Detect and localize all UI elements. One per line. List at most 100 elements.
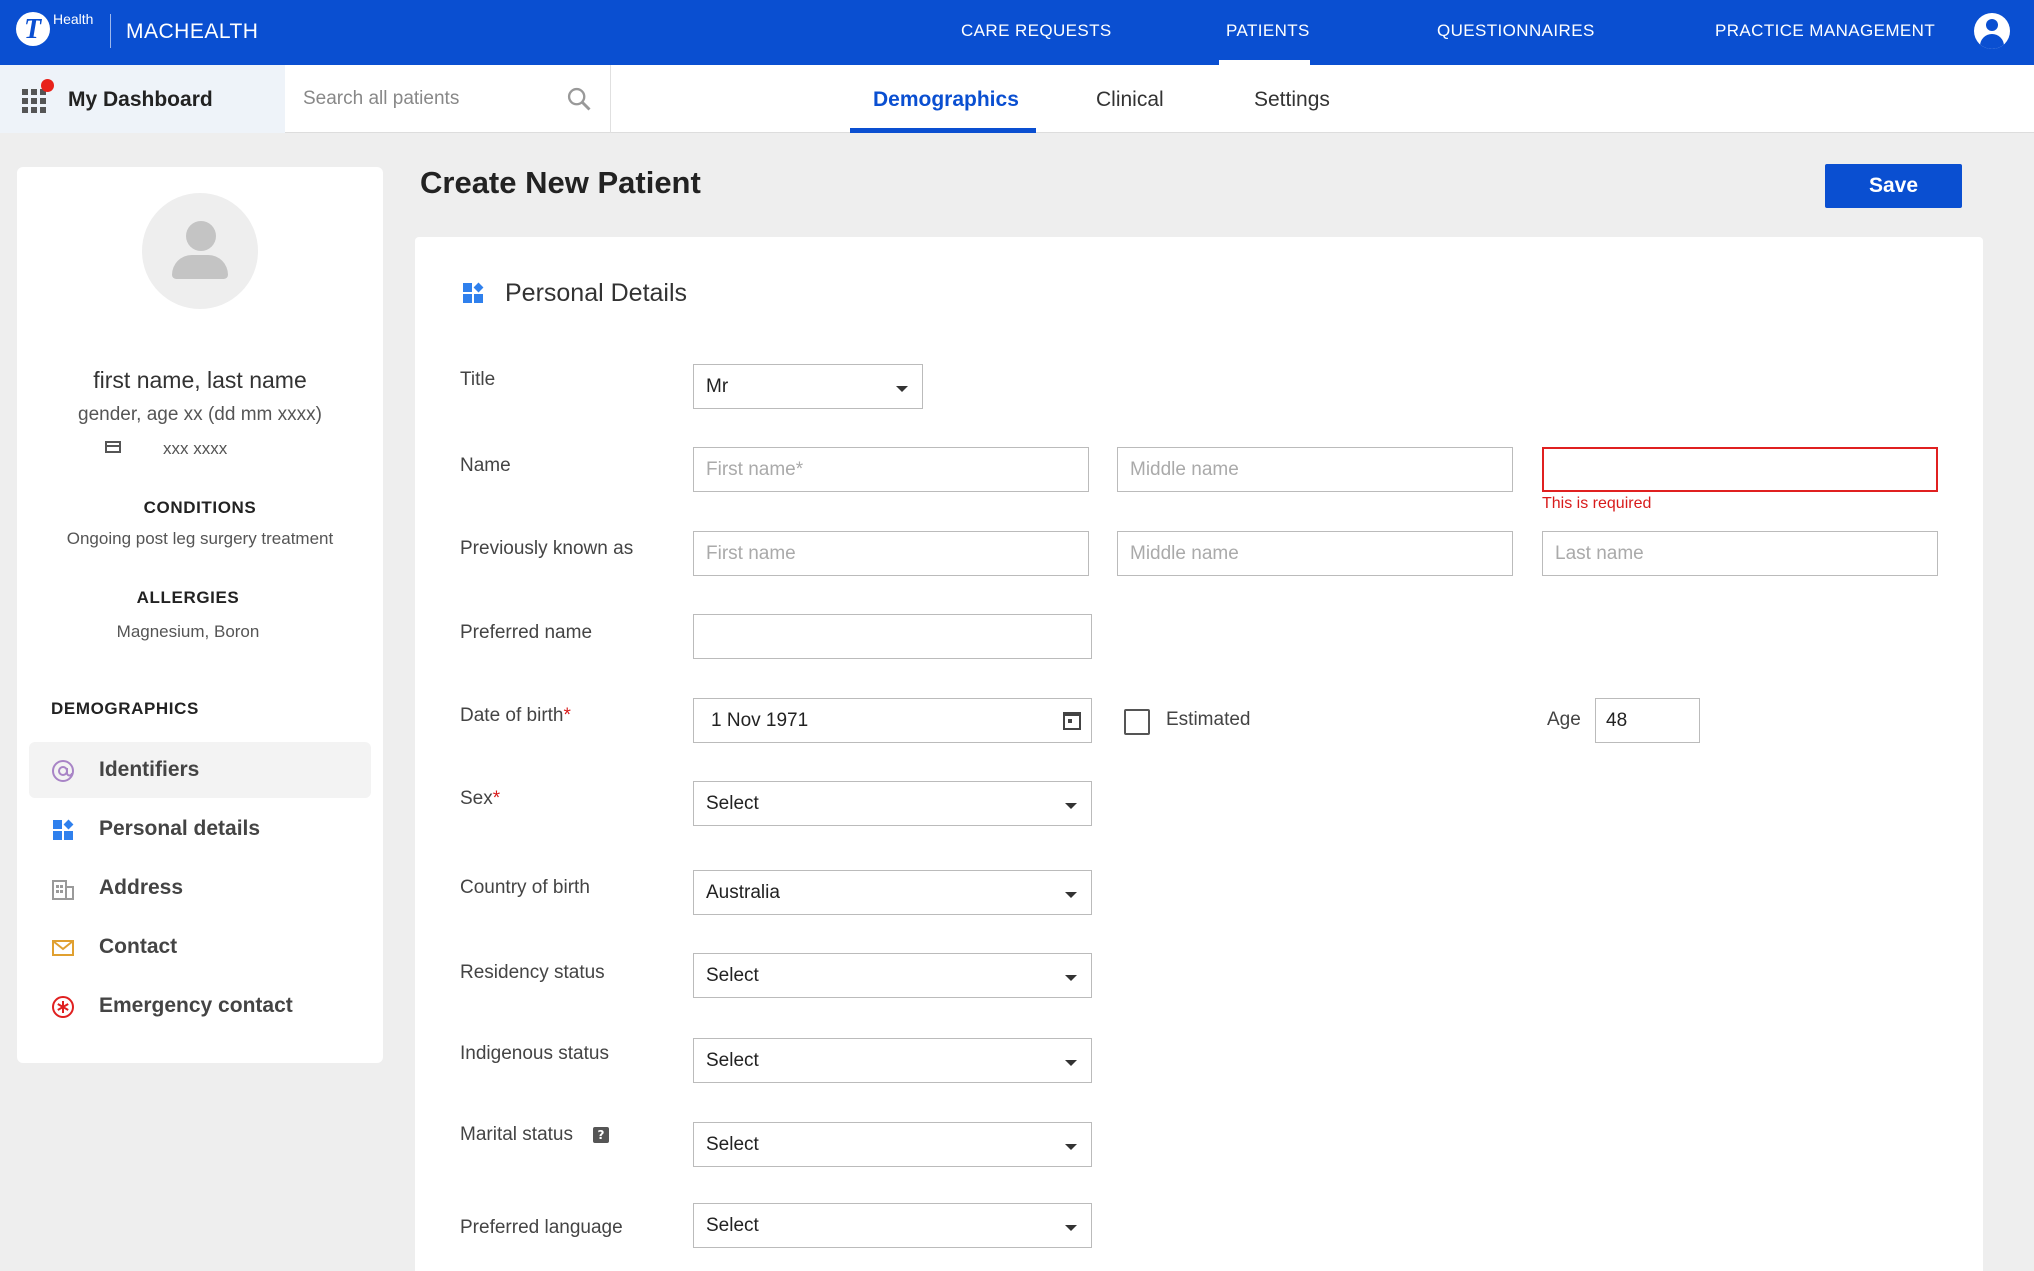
preferred-name-field[interactable] <box>693 614 1092 659</box>
prev-middle-name-field[interactable] <box>1117 531 1513 576</box>
last-name-field[interactable] <box>1542 447 1938 492</box>
age-field[interactable] <box>1595 698 1700 743</box>
personal-details-form: Personal Details Title Mr Name This is r… <box>415 237 1983 1271</box>
preferred-language-label: Preferred language <box>460 1217 623 1238</box>
user-account-icon[interactable] <box>1974 13 2010 49</box>
patient-demographic-summary: gender, age xx (dd mm xxxx) <box>78 404 322 425</box>
indigenous-status-label: Indigenous status <box>460 1043 609 1064</box>
menu-item-personal-details[interactable]: Personal details <box>29 801 371 857</box>
chevron-down-icon <box>1065 975 1077 981</box>
chevron-down-icon <box>1065 1060 1077 1066</box>
help-icon[interactable]: ? <box>593 1127 609 1143</box>
country-of-birth-select[interactable]: Australia <box>693 870 1092 915</box>
prev-first-name-field[interactable] <box>693 531 1089 576</box>
dob-value: 1 Nov 1971 <box>711 710 809 731</box>
menu-item-contact[interactable]: Contact <box>29 919 371 975</box>
preferred-language-value: Select <box>706 1215 759 1236</box>
nav-patients[interactable]: PATIENTS <box>1226 21 1310 41</box>
estimated-checkbox[interactable] <box>1124 709 1150 735</box>
marital-status-label: Marital status <box>460 1124 573 1145</box>
estimated-label: Estimated <box>1166 709 1251 730</box>
menu-label-address: Address <box>99 876 184 899</box>
preferred-language-select[interactable]: Select <box>693 1203 1092 1248</box>
country-of-birth-value: Australia <box>706 882 780 903</box>
dob-date-picker[interactable]: 1 Nov 1971 <box>693 698 1092 743</box>
allergies-heading: ALLERGIES <box>136 588 240 607</box>
emergency-icon <box>52 996 74 1018</box>
patient-name: first name, last name <box>93 367 307 393</box>
menu-label-personal-details: Personal details <box>99 817 261 840</box>
chevron-down-icon <box>896 386 908 392</box>
section-title: Personal Details <box>505 279 688 307</box>
menu-item-address[interactable]: Address <box>29 860 371 916</box>
menu-label-contact: Contact <box>99 935 178 958</box>
country-of-birth-label: Country of birth <box>460 877 590 898</box>
menu-item-identifiers[interactable]: Identifiers <box>29 742 371 798</box>
first-name-field[interactable] <box>693 447 1089 492</box>
title-select-value: Mr <box>706 376 729 397</box>
dob-label: Date of birth* <box>460 705 571 726</box>
sex-label: Sex* <box>460 788 501 809</box>
brand-name[interactable]: MACHEALTH <box>126 20 258 44</box>
tab-active-indicator <box>850 128 1036 133</box>
widgets-icon <box>463 282 484 303</box>
residency-status-value: Select <box>706 965 759 986</box>
nav-care-requests[interactable]: CARE REQUESTS <box>961 21 1112 41</box>
sex-select-value: Select <box>706 793 759 814</box>
tab-demographics[interactable]: Demographics <box>873 88 1019 112</box>
id-card-icon <box>105 441 121 453</box>
nav-practice-management[interactable]: PRACTICE MANAGEMENT <box>1715 21 1935 41</box>
search-input[interactable] <box>303 83 543 115</box>
menu-label-identifiers: Identifiers <box>99 758 200 781</box>
logo-divider <box>110 14 111 48</box>
calendar-icon[interactable] <box>1063 712 1081 730</box>
marital-status-select[interactable]: Select <box>693 1122 1092 1167</box>
logo-health-text: Health <box>53 11 94 27</box>
dashboard-label[interactable]: My Dashboard <box>68 88 213 112</box>
title-select[interactable]: Mr <box>693 364 923 409</box>
search-icon[interactable] <box>565 85 593 113</box>
required-marker: * <box>563 705 571 726</box>
chevron-down-icon <box>1065 1144 1077 1150</box>
demographics-heading: DEMOGRAPHICS <box>51 699 199 718</box>
age-label: Age <box>1547 709 1581 730</box>
telstra-logo-icon[interactable]: T <box>16 12 50 46</box>
residency-status-select[interactable]: Select <box>693 953 1092 998</box>
chevron-down-icon <box>1065 892 1077 898</box>
indigenous-status-select[interactable]: Select <box>693 1038 1092 1083</box>
previously-known-as-label: Previously known as <box>460 538 634 559</box>
last-name-error: This is required <box>1542 495 1652 512</box>
nav-questionnaires[interactable]: QUESTIONNAIRES <box>1437 21 1595 41</box>
conditions-text: Ongoing post leg surgery treatment <box>66 529 334 548</box>
mail-icon <box>52 940 74 956</box>
chevron-down-icon <box>1065 1225 1077 1231</box>
tab-clinical[interactable]: Clinical <box>1096 88 1164 112</box>
sex-select[interactable]: Select <box>693 781 1092 826</box>
required-marker: * <box>492 788 501 809</box>
prev-last-name-field[interactable] <box>1542 531 1938 576</box>
name-label: Name <box>460 455 511 476</box>
tab-settings[interactable]: Settings <box>1254 88 1330 112</box>
widgets-icon <box>53 819 74 840</box>
indigenous-status-value: Select <box>706 1050 759 1071</box>
chevron-down-icon <box>1065 803 1077 809</box>
building-icon <box>52 880 74 900</box>
apps-grid-icon[interactable] <box>22 89 46 113</box>
save-button[interactable]: Save <box>1825 164 1962 208</box>
notification-dot <box>41 79 54 92</box>
title-label: Title <box>460 369 496 390</box>
top-navigation-bar: T Health MACHEALTH CARE REQUESTS PATIENT… <box>0 0 2034 65</box>
menu-label-emergency-contact: Emergency contact <box>99 994 293 1017</box>
page-title: Create New Patient <box>420 165 701 200</box>
avatar <box>142 193 258 309</box>
allergies-text: Magnesium, Boron <box>116 622 260 641</box>
at-icon <box>52 760 74 782</box>
residency-status-label: Residency status <box>460 962 605 983</box>
marital-status-value: Select <box>706 1134 759 1155</box>
sub-header: My Dashboard Demographics Clinical Setti… <box>0 65 2034 133</box>
patient-id: xxx xxxx <box>163 439 228 458</box>
dashboard-link[interactable]: My Dashboard <box>0 65 285 133</box>
middle-name-field[interactable] <box>1117 447 1513 492</box>
menu-item-emergency-contact[interactable]: Emergency contact <box>29 978 371 1034</box>
patient-profile-panel: first name, last name gender, age xx (dd… <box>17 167 383 1063</box>
